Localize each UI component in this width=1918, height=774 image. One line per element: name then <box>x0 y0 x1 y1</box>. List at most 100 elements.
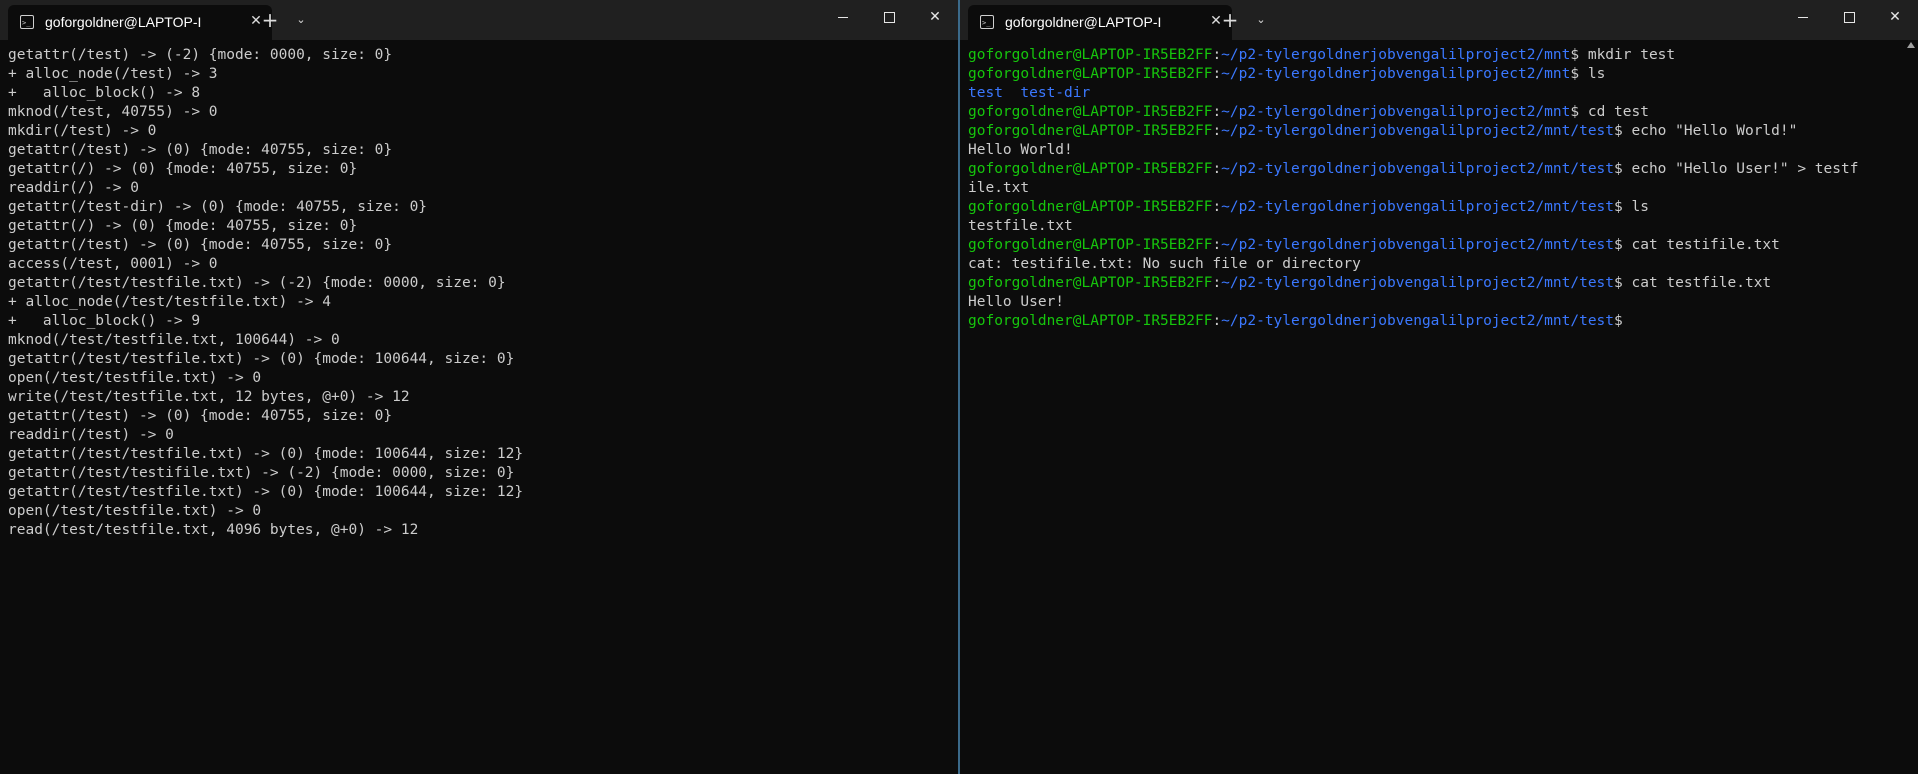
command-output: ile.txt <box>968 180 1030 196</box>
terminal-line: readdir(/) -> 0 <box>8 180 139 196</box>
tab-title: goforgoldner@LAPTOP-I <box>45 14 202 30</box>
terminal-icon <box>980 15 994 29</box>
terminal-line: goforgoldner@LAPTOP-IR5EB2FF:~/p2-tylerg… <box>968 198 1910 217</box>
prompt-user: goforgoldner@LAPTOP-IR5EB2FF <box>968 199 1213 215</box>
terminal-line: read(/test/testfile.txt, 4096 bytes, @+0… <box>8 522 419 538</box>
right-terminal-window: goforgoldner@LAPTOP-I ✕ + ⌄ ✕ goforgoldn… <box>960 0 1918 774</box>
terminal-line: cat: testifile.txt: No such file or dire… <box>968 255 1910 274</box>
prompt-colon: : <box>1212 123 1222 139</box>
terminal-line: goforgoldner@LAPTOP-IR5EB2FF:~/p2-tylerg… <box>968 312 1910 331</box>
terminal-line: getattr(/test) -> (-2) {mode: 0000, size… <box>8 47 393 63</box>
terminal-line: goforgoldner@LAPTOP-IR5EB2FF:~/p2-tylerg… <box>968 103 1910 122</box>
command-output: Hello World! <box>968 142 1073 158</box>
terminal-line: getattr(/test) -> (0) {mode: 40755, size… <box>8 142 393 158</box>
terminal-line: Hello User! <box>968 293 1910 312</box>
maximize-icon[interactable] <box>866 0 912 36</box>
terminal-line: testfile.txt <box>968 217 1910 236</box>
command-output: testfile.txt <box>968 218 1073 234</box>
terminal-line: Hello World! <box>968 141 1910 160</box>
prompt-user: goforgoldner@LAPTOP-IR5EB2FF <box>968 47 1213 63</box>
terminal-line: getattr(/) -> (0) {mode: 40755, size: 0} <box>8 161 358 177</box>
prompt-path: ~/p2-tylergoldnerjobvengalilproject2/mnt… <box>1221 161 1615 177</box>
command-text: cat testfile.txt <box>1622 275 1772 291</box>
terminal-line: write(/test/testfile.txt, 12 bytes, @+0)… <box>8 389 410 405</box>
command-text: echo "Hello User!" > testf <box>1622 161 1859 177</box>
terminal-line: goforgoldner@LAPTOP-IR5EB2FF:~/p2-tylerg… <box>968 160 1910 179</box>
terminal-output[interactable]: goforgoldner@LAPTOP-IR5EB2FF:~/p2-tylerg… <box>968 46 1910 774</box>
terminal-line: goforgoldner@LAPTOP-IR5EB2FF:~/p2-tylerg… <box>968 122 1910 141</box>
directory-listing: test test-dir <box>968 85 1091 101</box>
prompt-path: ~/p2-tylergoldnerjobvengalilproject2/mnt… <box>1221 275 1615 291</box>
terminal-line: goforgoldner@LAPTOP-IR5EB2FF:~/p2-tylerg… <box>968 236 1910 255</box>
tab-title: goforgoldner@LAPTOP-I <box>1005 14 1162 30</box>
terminal-line: open(/test/testfile.txt) -> 0 <box>8 370 262 386</box>
prompt-path: ~/p2-tylergoldnerjobvengalilproject2/mnt <box>1221 47 1571 63</box>
prompt-path: ~/p2-tylergoldnerjobvengalilproject2/mnt… <box>1221 237 1615 253</box>
prompt-symbol: $ <box>1614 199 1623 215</box>
command-output: Hello User! <box>968 294 1065 310</box>
terminal-line: mkdir(/test) -> 0 <box>8 123 157 139</box>
left-terminal-window: goforgoldner@LAPTOP-I ✕ + ⌄ ✕ getattr(/t… <box>0 0 958 774</box>
minimize-icon[interactable] <box>820 0 866 36</box>
close-icon[interactable]: ✕ <box>912 0 958 36</box>
prompt-colon: : <box>1212 199 1222 215</box>
terminal-line: getattr(/test/testfile.txt) -> (0) {mode… <box>8 446 524 462</box>
maximize-icon[interactable] <box>1826 0 1872 36</box>
prompt-symbol: $ <box>1614 161 1623 177</box>
terminal-line: open(/test/testfile.txt) -> 0 <box>8 503 262 519</box>
command-text: mkdir test <box>1579 47 1676 63</box>
prompt-colon: : <box>1212 313 1222 329</box>
terminal-line: mknod(/test, 40755) -> 0 <box>8 104 218 120</box>
terminal-line: + alloc_node(/test) -> 3 <box>8 66 218 82</box>
prompt-colon: : <box>1212 66 1222 82</box>
prompt-path: ~/p2-tylergoldnerjobvengalilproject2/mnt <box>1221 66 1571 82</box>
tab-terminal[interactable]: goforgoldner@LAPTOP-I ✕ <box>8 5 272 40</box>
chevron-down-icon[interactable]: ⌄ <box>289 8 313 32</box>
terminal-line: getattr(/) -> (0) {mode: 40755, size: 0} <box>8 218 358 234</box>
prompt-user: goforgoldner@LAPTOP-IR5EB2FF <box>968 161 1213 177</box>
terminal-line: ile.txt <box>968 179 1910 198</box>
terminal-line: access(/test, 0001) -> 0 <box>8 256 218 272</box>
prompt-user: goforgoldner@LAPTOP-IR5EB2FF <box>968 66 1213 82</box>
terminal-line: readdir(/test) -> 0 <box>8 427 174 443</box>
prompt-symbol: $ <box>1614 237 1623 253</box>
command-text: ls <box>1622 199 1649 215</box>
terminal-output[interactable]: getattr(/test) -> (-2) {mode: 0000, size… <box>8 46 950 774</box>
prompt-path: ~/p2-tylergoldnerjobvengalilproject2/mnt… <box>1221 123 1615 139</box>
terminal-line: getattr(/test) -> (0) {mode: 40755, size… <box>8 237 393 253</box>
prompt-symbol: $ <box>1570 104 1580 120</box>
prompt-user: goforgoldner@LAPTOP-IR5EB2FF <box>968 123 1213 139</box>
command-output: cat: testifile.txt: No such file or dire… <box>968 256 1361 272</box>
plus-icon[interactable]: + <box>258 8 282 32</box>
title-bar: goforgoldner@LAPTOP-I ✕ + ⌄ ✕ <box>960 0 1918 40</box>
terminal-line: getattr(/test-dir) -> (0) {mode: 40755, … <box>8 199 428 215</box>
prompt-colon: : <box>1212 237 1222 253</box>
prompt-symbol: $ <box>1570 47 1580 63</box>
close-icon[interactable]: ✕ <box>1872 0 1918 36</box>
command-text: ls <box>1579 66 1606 82</box>
chevron-down-icon[interactable]: ⌄ <box>1249 8 1273 32</box>
prompt-colon: : <box>1212 104 1222 120</box>
prompt-user: goforgoldner@LAPTOP-IR5EB2FF <box>968 313 1213 329</box>
terminal-line: getattr(/test/testfile.txt) -> (0) {mode… <box>8 351 515 367</box>
terminal-line: getattr(/test) -> (0) {mode: 40755, size… <box>8 408 393 424</box>
plus-icon[interactable]: + <box>1218 8 1242 32</box>
terminal-line: getattr(/test/testifile.txt) -> (-2) {mo… <box>8 465 515 481</box>
prompt-user: goforgoldner@LAPTOP-IR5EB2FF <box>968 237 1213 253</box>
command-text: echo "Hello World!" <box>1622 123 1798 139</box>
prompt-path: ~/p2-tylergoldnerjobvengalilproject2/mnt… <box>1221 313 1615 329</box>
terminal-icon <box>20 15 34 29</box>
prompt-path: ~/p2-tylergoldnerjobvengalilproject2/mnt <box>1221 104 1571 120</box>
prompt-colon: : <box>1212 275 1222 291</box>
terminal-line: + alloc_node(/test/testfile.txt) -> 4 <box>8 294 332 310</box>
terminal-line: mknod(/test/testfile.txt, 100644) -> 0 <box>8 332 340 348</box>
minimize-icon[interactable] <box>1780 0 1826 36</box>
title-bar: goforgoldner@LAPTOP-I ✕ + ⌄ ✕ <box>0 0 958 40</box>
prompt-user: goforgoldner@LAPTOP-IR5EB2FF <box>968 104 1213 120</box>
prompt-path: ~/p2-tylergoldnerjobvengalilproject2/mnt… <box>1221 199 1615 215</box>
tab-terminal[interactable]: goforgoldner@LAPTOP-I ✕ <box>968 5 1232 40</box>
terminal-line: + alloc_block() -> 8 <box>8 85 201 101</box>
prompt-user: goforgoldner@LAPTOP-IR5EB2FF <box>968 275 1213 291</box>
terminal-line: getattr(/test/testfile.txt) -> (0) {mode… <box>8 484 524 500</box>
prompt-symbol: $ <box>1570 66 1580 82</box>
